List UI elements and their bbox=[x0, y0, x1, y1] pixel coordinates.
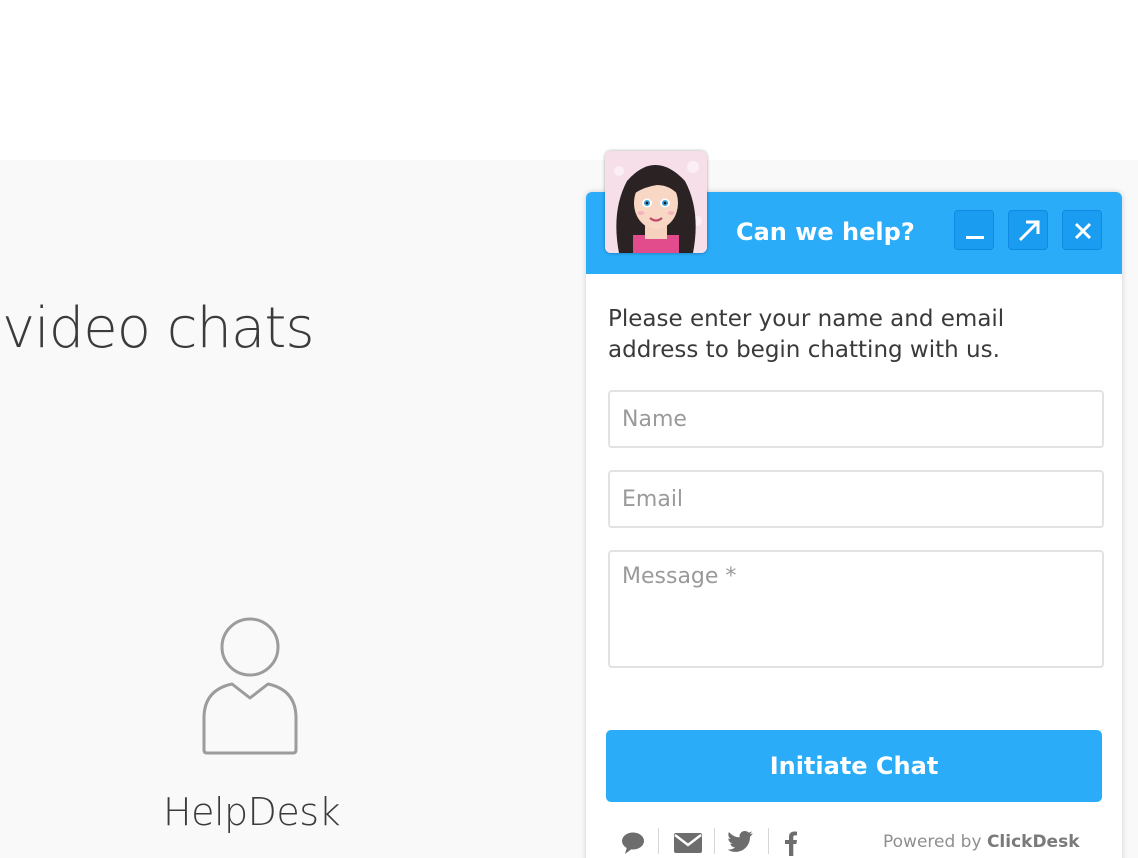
page: video chats HelpDesk Can we help? Please… bbox=[0, 0, 1138, 858]
close-icon bbox=[1074, 222, 1092, 240]
footer-divider bbox=[768, 828, 769, 854]
email-field[interactable] bbox=[608, 470, 1104, 528]
message-field[interactable] bbox=[608, 550, 1104, 668]
close-button[interactable] bbox=[1062, 210, 1102, 250]
agent-avatar bbox=[605, 151, 707, 253]
minimize-button[interactable] bbox=[954, 210, 994, 250]
chat-bubble-icon[interactable] bbox=[618, 830, 648, 856]
powered-by: Powered by ClickDesk bbox=[883, 832, 1080, 852]
helpdesk-label: HelpDesk bbox=[163, 790, 341, 834]
powered-by-brand[interactable]: ClickDesk bbox=[987, 832, 1080, 852]
chat-widget: Can we help? Please enter your name and … bbox=[586, 192, 1122, 858]
facebook-icon[interactable] bbox=[780, 830, 802, 856]
hero-title: video chats bbox=[2, 296, 314, 361]
user-icon bbox=[202, 617, 298, 755]
name-field[interactable] bbox=[608, 390, 1104, 448]
footer-divider bbox=[714, 828, 715, 854]
email-icon[interactable] bbox=[672, 830, 704, 856]
footer-divider bbox=[658, 828, 659, 854]
top-band bbox=[0, 0, 1138, 160]
initiate-chat-button[interactable]: Initiate Chat bbox=[606, 730, 1102, 802]
powered-by-prefix: Powered by bbox=[883, 832, 982, 852]
popout-icon bbox=[1018, 220, 1040, 242]
chat-footer: Powered by ClickDesk bbox=[586, 820, 1122, 858]
popout-button[interactable] bbox=[1008, 210, 1048, 250]
minimize-icon bbox=[966, 236, 984, 239]
chat-header-title: Can we help? bbox=[736, 218, 915, 246]
chat-intro-text: Please enter your name and email address… bbox=[608, 306, 1005, 363]
agent-avatar-image bbox=[605, 151, 707, 253]
twitter-icon[interactable] bbox=[726, 830, 756, 856]
